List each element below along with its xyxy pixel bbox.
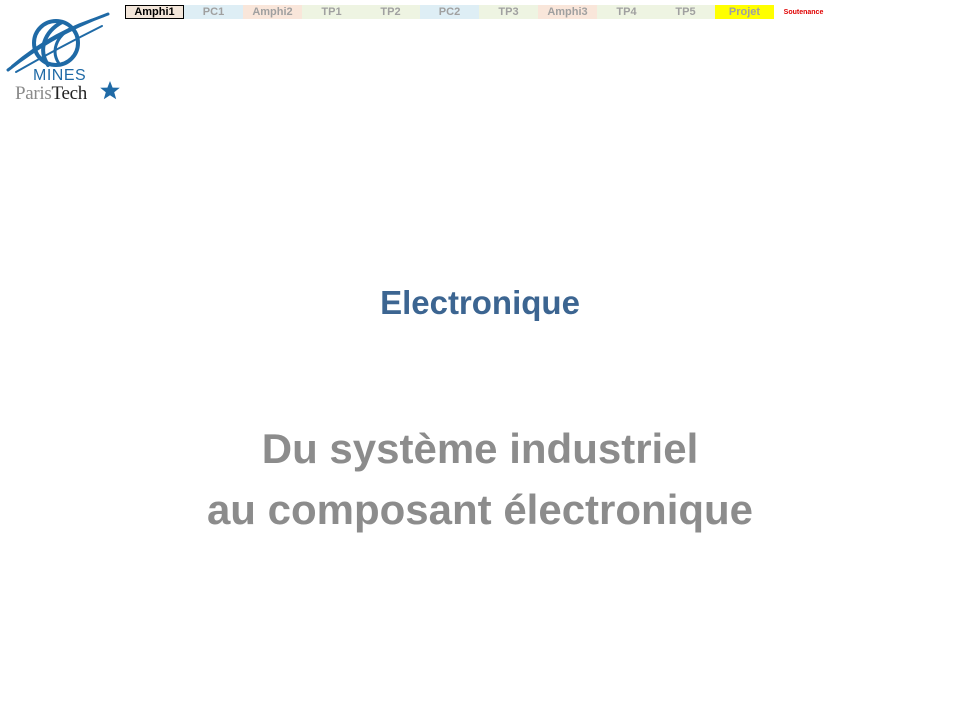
logo-paristech-text: ParisTech <box>15 84 87 103</box>
slide-title: Electronique <box>380 284 580 321</box>
tab-amphi2[interactable]: Amphi2 <box>243 5 302 19</box>
tab-tp2[interactable]: TP2 <box>361 5 420 19</box>
logo-mines-text: MINES <box>33 67 87 84</box>
tab-label: Amphi2 <box>252 5 293 18</box>
tab-label: TP5 <box>675 5 696 18</box>
tab-tp4[interactable]: TP4 <box>597 5 656 19</box>
tab-tp5[interactable]: TP5 <box>656 5 715 19</box>
tab-label: TP3 <box>498 5 519 18</box>
tab-label: PC2 <box>438 5 461 18</box>
tab-pc1[interactable]: PC1 <box>184 5 243 19</box>
tab-pc2[interactable]: PC2 <box>420 5 479 19</box>
mines-paristech-emblem-icon <box>6 12 110 73</box>
tab-soutenance[interactable]: Soutenance <box>774 5 833 19</box>
slide-subtitle: Du système industriel au composant élect… <box>0 418 960 540</box>
tab-label: TP4 <box>616 5 637 18</box>
tab-tp1[interactable]: TP1 <box>302 5 361 19</box>
star-icon <box>100 81 120 100</box>
subtitle-line-2: au composant électronique <box>206 486 754 533</box>
tab-amphi3[interactable]: Amphi3 <box>538 5 597 19</box>
subtitle-line-1: Du système industriel <box>261 425 699 472</box>
tab-label: PC1 <box>202 5 225 18</box>
tab-label: TP2 <box>380 5 401 18</box>
tab-label: Projet <box>728 5 761 18</box>
tab-label: Amphi1 <box>134 5 175 18</box>
tab-label: Amphi3 <box>547 5 588 18</box>
tab-label: Soutenance <box>783 8 824 16</box>
tab-projet[interactable]: Projet <box>715 5 774 19</box>
logo-paris-text: Paris <box>15 83 52 104</box>
tab-label: TP1 <box>321 5 342 18</box>
logo-tech-text: Tech <box>51 83 88 104</box>
mines-paristech-logo: MINES ParisTech <box>4 10 128 106</box>
session-tab-strip: Amphi1 PC1 Amphi2 TP1 TP2 PC2 TP3 Amphi3… <box>125 5 833 19</box>
tab-amphi1[interactable]: Amphi1 <box>125 5 184 19</box>
tab-tp3[interactable]: TP3 <box>479 5 538 19</box>
